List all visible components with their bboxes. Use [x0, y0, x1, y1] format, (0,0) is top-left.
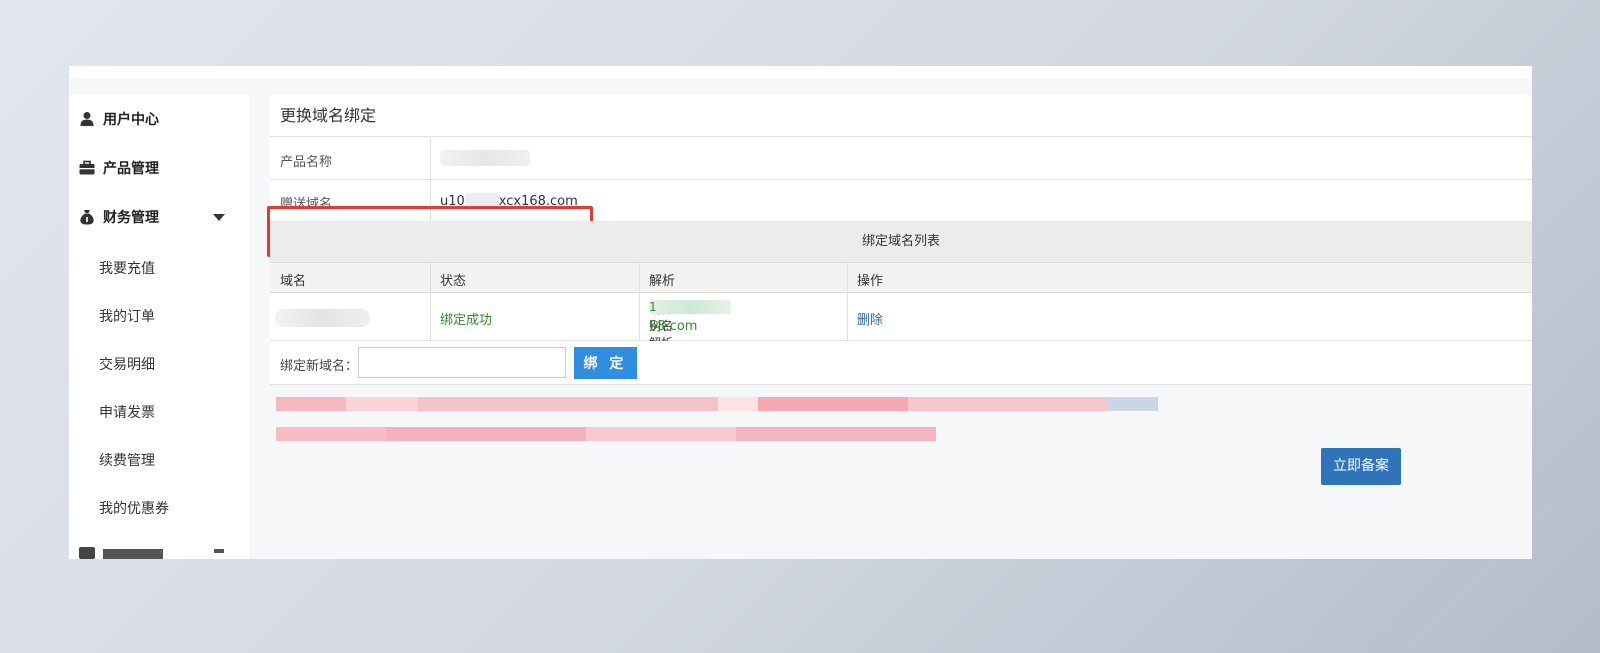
caret-down-icon[interactable] [213, 214, 225, 221]
binding-list-title: 绑定域名列表 [270, 221, 1532, 263]
product-name-value-blurred [440, 150, 530, 166]
notice-line-redacted [276, 425, 936, 443]
divider [639, 293, 640, 340]
app-window: 用户中心 产品管理 财务管理 我要充值 我的订单 交易明细 申请发票 续费管理 … [69, 66, 1532, 559]
column-header-actions: 操作 [857, 274, 884, 289]
sidebar-item-cut-off [103, 549, 163, 559]
sidebar-subitem-invoice[interactable]: 申请发票 [99, 402, 155, 422]
column-header-domain: 域名 [280, 274, 307, 289]
sidebar-subitem-orders[interactable]: 我的订单 [99, 306, 155, 326]
main-panel: 更换域名绑定 产品名称 赠送域名 u10 xcx168.com 绑定域名列表 域名… [267, 95, 1532, 559]
divider [639, 263, 640, 292]
sidebar-item-label: 产品管理 [103, 161, 159, 177]
sidebar-subitem-recharge[interactable]: 我要充值 [99, 258, 155, 278]
sidebar-item-user-center[interactable]: 用户中心 [69, 99, 249, 139]
bound-domain-blurred [275, 309, 370, 327]
divider [430, 138, 431, 180]
bind-domain-label: 绑定新域名： [280, 359, 359, 374]
new-domain-input[interactable] [358, 347, 566, 378]
table-header: 域名 状态 解析 操作 [270, 263, 1532, 293]
sidebar-subitem-coupons[interactable]: 我的优惠券 [99, 498, 169, 518]
product-name-row: 产品名称 [270, 138, 1532, 180]
status-text: 绑定成功 [440, 313, 493, 328]
money-bag-icon [80, 210, 94, 225]
briefcase-icon [79, 160, 95, 175]
sidebar-item-finance[interactable]: 财务管理 [69, 197, 249, 237]
divider [430, 293, 431, 340]
column-header-status: 状态 [440, 274, 467, 289]
resolve-target-tail: 1 [649, 300, 657, 314]
user-icon [80, 112, 94, 126]
divider [847, 263, 848, 292]
product-name-label: 产品名称 [280, 155, 333, 170]
clipboard-icon [79, 547, 95, 559]
page-title: 更换域名绑定 [270, 95, 1532, 137]
sidebar-subitem-renewal[interactable]: 续费管理 [99, 450, 155, 470]
divider [430, 263, 431, 292]
redaction-blur [649, 300, 731, 314]
notice-line-redacted [276, 395, 1166, 413]
column-header-resolve: 解析 [649, 274, 676, 289]
delete-link[interactable]: 删除 [857, 309, 883, 328]
sidebar-item-label: 财务管理 [103, 210, 159, 226]
bind-button[interactable]: 绑 定 [574, 347, 637, 379]
divider [847, 293, 848, 340]
sidebar: 用户中心 产品管理 财务管理 我要充值 我的订单 交易明细 申请发票 续费管理 … [69, 95, 249, 559]
resolve-target: 68.com [649, 319, 698, 334]
top-strip [69, 66, 1532, 78]
sidebar-subitem-transactions[interactable]: 交易明细 [99, 354, 155, 374]
redaction-blur [464, 193, 499, 207]
beian-button[interactable]: 立即备案 [1321, 448, 1401, 485]
domain-binding-card: 更换域名绑定 [270, 95, 1532, 137]
caret-down-icon [214, 549, 224, 553]
sidebar-item-label: 用户中心 [103, 112, 159, 128]
sidebar-item-products[interactable]: 产品管理 [69, 148, 249, 188]
bind-domain-form: 绑定新域名： 绑 定 [270, 341, 1532, 385]
table-row: 绑定成功 请作别名解析到：1 68.com 删除 [270, 293, 1532, 367]
